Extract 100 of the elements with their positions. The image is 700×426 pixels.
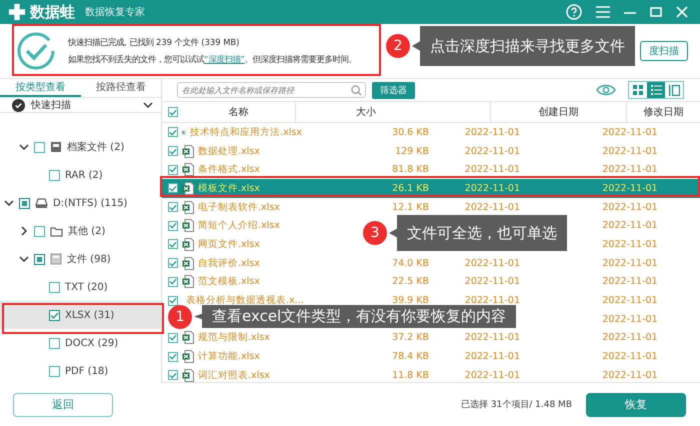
checkbox[interactable]	[168, 127, 178, 138]
created-date: 2022-11-01	[464, 202, 520, 213]
checkbox[interactable]	[49, 366, 60, 376]
file-size: 129 KB	[395, 146, 429, 157]
column-header[interactable]: 名称	[182, 105, 295, 119]
step-number-badge: 1	[168, 304, 192, 328]
checkbox[interactable]	[168, 370, 178, 380]
scan-dropdown[interactable]: 快速扫描	[0, 98, 161, 113]
checkbox[interactable]	[168, 239, 178, 250]
close-icon[interactable]	[676, 6, 688, 18]
checkbox[interactable]	[168, 220, 178, 231]
tree-label: 档案文件 (2)	[67, 140, 124, 154]
created-date: 2022-11-01	[464, 351, 520, 362]
chevron-down-icon[interactable]	[4, 200, 14, 206]
checkbox[interactable]	[168, 146, 178, 156]
checkbox[interactable]	[168, 258, 178, 268]
modified-date: 2022-11-01	[602, 220, 658, 232]
chevron-right-icon[interactable]	[21, 226, 27, 236]
file-size: 12.1 KB	[392, 202, 429, 213]
spreadsheet-icon	[182, 350, 194, 364]
file-name: 自我评价.xlsx	[198, 256, 260, 270]
help-icon[interactable]	[566, 4, 582, 20]
checkbox[interactable]	[19, 198, 30, 208]
file-name: 电子制表软件.xlsx	[198, 200, 280, 214]
checkbox[interactable]	[168, 332, 178, 343]
checkbox[interactable]	[49, 170, 60, 180]
column-header[interactable]: 创建日期	[490, 102, 626, 122]
document-icon	[50, 253, 62, 265]
checkbox[interactable]	[168, 183, 178, 194]
checkbox[interactable]	[168, 202, 178, 212]
recover-button[interactable]: 恢复	[586, 392, 686, 416]
modified-date: 2022-11-01	[602, 351, 658, 362]
checkbox[interactable]	[168, 352, 178, 362]
step-number-badge: 3	[363, 221, 387, 245]
column-header[interactable]: 修改日期	[626, 102, 700, 122]
checkbox[interactable]	[34, 254, 45, 264]
checkbox[interactable]	[49, 282, 60, 292]
tree-label: D:(NTFS) (115)	[53, 198, 128, 208]
deep-scan-hint: 如果您找不到丢失的文件，您可以试试“深度扫描”。但深度扫描将需要更多时间。	[68, 54, 357, 65]
checkbox[interactable]	[49, 338, 60, 348]
back-button[interactable]: 返回	[13, 392, 113, 416]
search-field[interactable]: 在此处输入文件名称或保存路径	[177, 82, 366, 98]
spreadsheet-icon	[182, 200, 194, 214]
tree-item[interactable]: D:(NTFS) (115)	[0, 189, 161, 217]
chevron-down-icon[interactable]	[19, 144, 29, 150]
created-date: 2022-11-01	[464, 146, 520, 157]
menu-icon[interactable]	[596, 6, 610, 18]
spreadsheet-icon	[182, 331, 194, 344]
deep-scan-button[interactable]: 度扫描	[640, 41, 688, 61]
file-name: 词汇对照表.xlsx	[198, 368, 270, 382]
check-circle-icon	[12, 98, 25, 112]
maximize-icon[interactable]	[650, 6, 662, 18]
check-circle-icon	[16, 31, 56, 71]
plus-logo-icon	[8, 3, 26, 21]
file-name: 计算功能.xlsx	[198, 350, 260, 364]
modified-date: 2022-11-01	[602, 182, 658, 194]
tree-item[interactable]: 档案文件 (2)	[0, 133, 161, 161]
checkbox[interactable]	[168, 276, 178, 287]
column-header[interactable]: 大小	[295, 102, 490, 122]
chevron-down-icon[interactable]	[19, 256, 29, 262]
callout-tooltip: 查看excel文件类型，有没有你要恢复的内容	[194, 305, 516, 328]
file-size: 39.9 KB	[392, 295, 429, 306]
app-name: 数据蛙	[30, 2, 75, 22]
checkbox[interactable]	[34, 226, 45, 236]
checkbox[interactable]	[49, 310, 60, 320]
checkbox[interactable]	[168, 164, 178, 175]
checkbox[interactable]	[34, 142, 45, 152]
created-date: 2022-11-01	[464, 276, 520, 288]
file-size: 74.0 KB	[392, 258, 429, 269]
eye-icon[interactable]	[596, 84, 616, 96]
file-name: 技术特点和应用方法.xlsx	[190, 126, 302, 139]
select-all-checkbox[interactable]	[168, 107, 178, 117]
drive-icon	[35, 198, 48, 208]
modified-date: 2022-11-01	[602, 295, 658, 306]
file-size: 78.4 KB	[392, 351, 429, 362]
tree-item[interactable]: RAR (2)	[0, 161, 161, 189]
checkbox[interactable]	[168, 296, 178, 306]
spreadsheet-icon	[182, 368, 194, 382]
filter-button[interactable]: 筛选器	[372, 82, 415, 98]
created-date: 2022-11-01	[464, 332, 520, 344]
tree-label: RAR (2)	[65, 170, 103, 180]
view-tab[interactable]: 按类型查看	[0, 79, 80, 97]
tree-label: XLSX (31)	[65, 310, 114, 320]
deep-scan-link[interactable]: “深度扫描”	[204, 54, 245, 64]
tree-item[interactable]: 文件 (98)	[0, 245, 161, 273]
tree-item[interactable]: TXT (20)	[0, 273, 161, 301]
tree-item[interactable]: PDF (18)	[0, 357, 161, 385]
file-name: 数据处理.xlsx	[198, 144, 260, 158]
file-size: 26.1 KB	[392, 182, 429, 194]
step-number-badge: 2	[386, 34, 410, 58]
tree-item[interactable]: 其他 (2)	[0, 217, 161, 245]
tree-item[interactable]: DOCX (29)	[0, 329, 161, 357]
search-icon	[351, 85, 362, 96]
spreadsheet-icon	[182, 144, 194, 158]
spreadsheet-icon	[182, 182, 194, 195]
tree-item[interactable]: XLSX (31)	[0, 301, 161, 329]
list-view-button[interactable]	[647, 82, 665, 98]
file-size: 37.2 KB	[392, 332, 429, 344]
selection-status: 已选择 31个项目/ 1.48 MB	[460, 398, 572, 411]
callout-tooltip: 文件可全选，也可单选	[389, 215, 567, 251]
